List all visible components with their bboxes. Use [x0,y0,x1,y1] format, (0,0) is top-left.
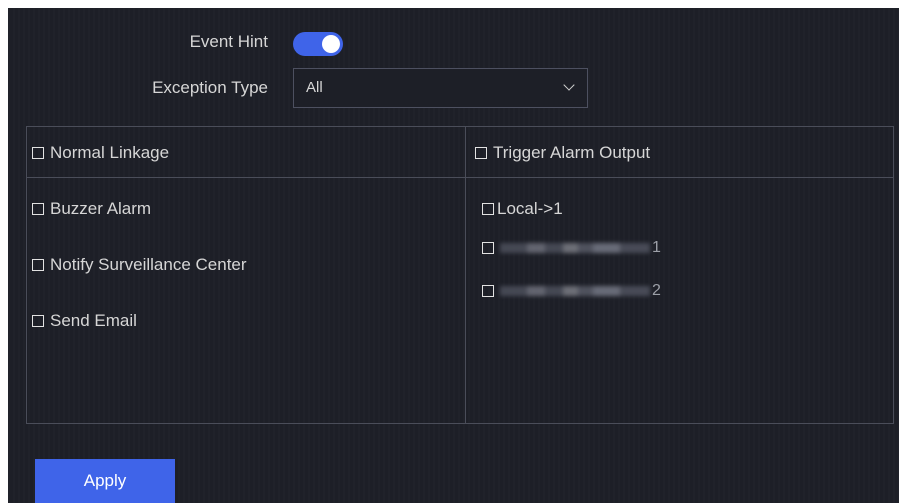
checkbox-icon [475,147,487,159]
exception-type-value: All [306,79,323,96]
exception-type-label: Exception Type [152,78,268,97]
obscured-device-name [500,286,650,296]
checkbox-icon [482,242,494,254]
toggle-knob [322,35,340,53]
header-divider [27,177,893,178]
checkbox-icon [32,147,44,159]
linkage-table: Normal Linkage Trigger Alarm Output Buzz… [26,126,894,424]
alarm-output-local-1-label: Local->1 [497,199,563,218]
notify-surveillance-center-checkbox[interactable]: Notify Surveillance Center [32,255,247,275]
checkbox-icon [482,285,494,297]
checkbox-icon [32,259,44,271]
alarm-output-2-label: 2 [652,282,661,299]
event-hint-label: Event Hint [189,32,268,51]
trigger-alarm-output-label: Trigger Alarm Output [493,143,651,162]
linkage-settings-panel: Event Hint Exception Type All Normal Lin… [8,8,899,503]
alarm-output-1-label: 1 [652,239,661,256]
alarm-output-2-checkbox[interactable]: 2 [482,282,661,300]
checkbox-icon [482,203,494,215]
alarm-output-1-checkbox[interactable]: 1 [482,239,661,257]
normal-linkage-label: Normal Linkage [50,143,170,162]
buzzer-alarm-checkbox[interactable]: Buzzer Alarm [32,199,151,219]
normal-linkage-checkbox[interactable]: Normal Linkage [32,143,169,163]
event-hint-toggle[interactable] [293,32,343,56]
send-email-checkbox[interactable]: Send Email [32,311,137,331]
send-email-label: Send Email [50,311,137,330]
checkbox-icon [32,315,44,327]
chevron-down-icon [563,79,575,91]
exception-type-select[interactable]: All [293,68,588,108]
obscured-device-name [500,243,650,253]
notify-surveillance-center-label: Notify Surveillance Center [50,255,247,274]
column-divider [465,127,466,423]
apply-button[interactable]: Apply [35,459,175,503]
checkbox-icon [32,203,44,215]
trigger-alarm-output-checkbox[interactable]: Trigger Alarm Output [475,143,650,163]
buzzer-alarm-label: Buzzer Alarm [50,199,152,218]
alarm-output-local-1-checkbox[interactable]: Local->1 [482,199,563,219]
